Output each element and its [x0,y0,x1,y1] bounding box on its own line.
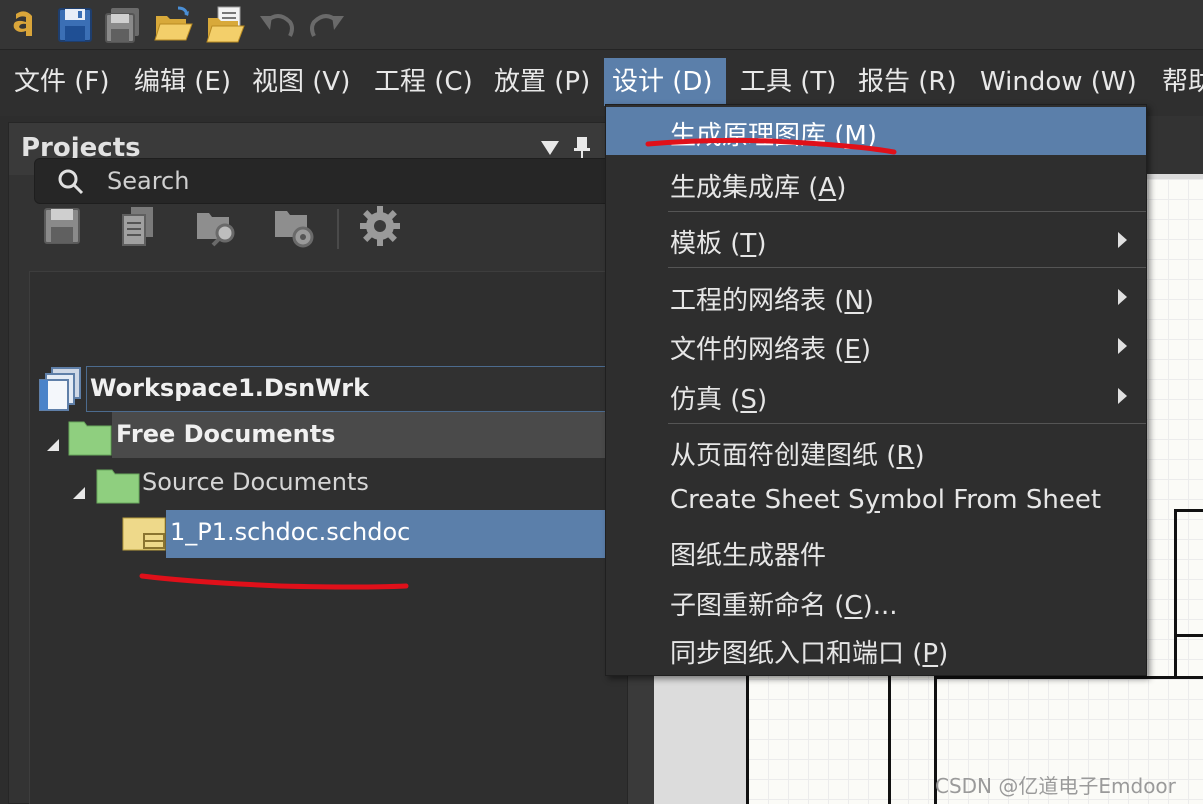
menu-item-create-sheet-from-symbol[interactable]: 从页面符创建图纸 (R) [606,427,1146,475]
save-all-icon[interactable] [102,4,144,46]
open-project-icon[interactable] [204,4,246,46]
main-toolbar [0,0,1203,50]
search-box[interactable]: Search [34,158,634,204]
menu-file[interactable]: 文件 (F) [6,58,118,106]
submenu-arrow-icon [1118,388,1127,404]
schematic-doc-icon [122,516,166,552]
save-icon[interactable] [54,4,96,46]
menu-separator [668,267,1146,268]
menu-item-create-component-from-sheet[interactable]: 图纸生成器件 [606,527,1146,575]
workspace-icon [38,366,86,412]
tree-item-workspace[interactable]: Workspace1.DsnWrk [38,366,606,412]
search-input[interactable]: Search [107,167,189,195]
menu-item-document-netlist[interactable]: 文件的网络表 (E) [606,321,1146,369]
design-menu-dropdown: 生成原理图库 (M) 生成集成库 (A) 模板 (T) 工程的网络表 (N) 文… [605,104,1147,676]
sheet-border [888,676,891,804]
free-documents-label: Free Documents [116,420,336,448]
gear-icon[interactable] [357,201,403,251]
menu-item-templates[interactable]: 模板 (T) [606,215,1146,263]
folder-settings-icon[interactable] [271,201,317,251]
redo-icon[interactable] [306,4,348,46]
expand-arrow-icon[interactable] [72,478,86,499]
submenu-arrow-icon [1118,232,1127,248]
menu-item-simulate[interactable]: 仿真 (S) [606,371,1146,419]
menu-tools[interactable]: 工具 (T) [732,58,844,106]
submenu-arrow-icon [1118,289,1127,305]
menu-item-synchronize-sheet-entries-ports[interactable]: 同步图纸入口和端口 (P) [606,625,1146,673]
app-logo-icon[interactable] [4,4,46,46]
menu-design[interactable]: 设计 (D) [604,58,726,106]
source-documents-label: Source Documents [142,468,369,496]
watermark: CSDN @亿道电子Emdoor [935,774,1176,798]
search-icon [57,168,85,196]
menu-item-make-schematic-library[interactable]: 生成原理图库 (M) [606,107,1146,155]
tree-item-schdoc[interactable]: 1_P1.schdoc.schdoc [38,510,612,558]
sheet-border [1174,509,1203,512]
folder-search-icon[interactable] [193,201,239,251]
menu-item-create-sheet-symbol-from-sheet[interactable]: Create Sheet Symbol From Sheet [606,477,1146,525]
menu-edit[interactable]: 编辑 (E) [126,58,239,106]
menu-separator [668,211,1146,212]
save-icon[interactable] [39,201,85,251]
tree-item-source-documents[interactable]: Source Documents [38,460,598,506]
menu-reports[interactable]: 报告 (R) [850,58,965,106]
panel-menu-arrow-icon[interactable] [541,141,559,155]
sheet-border [1174,509,1177,679]
sheet-border [937,676,1203,679]
toolbar-separator [337,209,339,249]
sheet-border [1174,634,1203,637]
menu-help[interactable]: 帮助 [1154,58,1203,106]
altium-window: 文件 (F) 编辑 (E) 视图 (V) 工程 (C) 放置 (P) 设计 (D… [0,0,1203,804]
menu-item-rename-child-sheet[interactable]: 子图重新命名 (C)... [606,577,1146,625]
menu-place[interactable]: 放置 (P) [486,58,598,106]
menu-separator [668,423,1146,424]
tree-item-free-documents[interactable]: Free Documents [38,412,612,458]
folder-icon [68,418,112,456]
open-folder-icon[interactable] [152,4,194,46]
schdoc-label: 1_P1.schdoc.schdoc [170,518,411,546]
submenu-arrow-icon [1118,338,1127,354]
menu-item-make-integrated-library[interactable]: 生成集成库 (A) [606,159,1146,207]
workspace-label: Workspace1.DsnWrk [90,374,370,402]
menu-view[interactable]: 视图 (V) [244,58,358,106]
menu-window[interactable]: Window (W) [972,58,1145,106]
expand-arrow-icon[interactable] [46,430,60,451]
folder-icon [96,466,140,504]
menu-project[interactable]: 工程 (C) [366,58,481,106]
panel-toolbar [39,201,439,257]
menu-item-project-netlist[interactable]: 工程的网络表 (N) [606,272,1146,320]
copy-docs-icon[interactable] [115,201,161,251]
undo-icon[interactable] [256,4,298,46]
